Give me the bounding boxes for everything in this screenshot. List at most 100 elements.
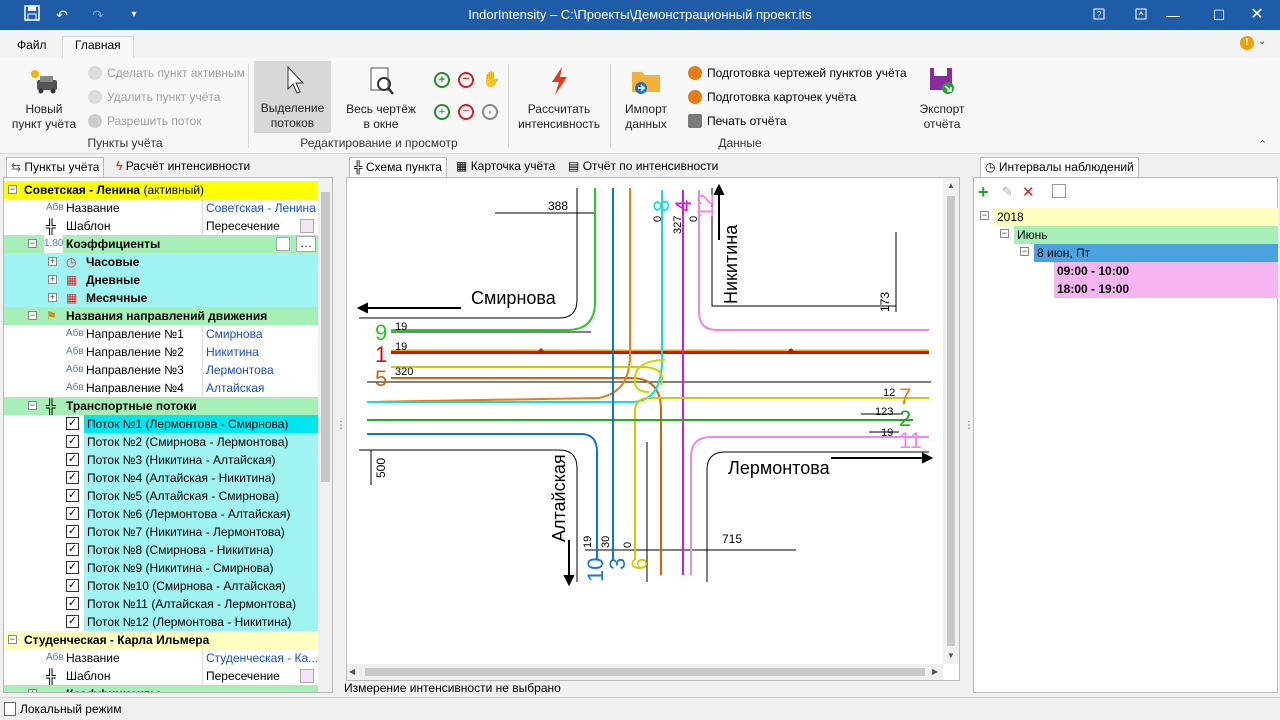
tab-file[interactable]: Файл — [17, 38, 47, 52]
flow-checkbox[interactable]: ✓ — [66, 507, 79, 520]
save-template-icon[interactable] — [300, 669, 314, 683]
coef-monthly-node[interactable]: + ▦ Месячные — [4, 289, 318, 307]
scheme-scroll-thumb-v[interactable] — [947, 196, 955, 646]
day-expander[interactable]: − — [1020, 247, 1029, 256]
tree-scrollbar[interactable] — [318, 178, 332, 692]
name-value[interactable]: Студенческая - Ка... — [202, 649, 318, 667]
tree-expander[interactable]: − — [28, 239, 37, 248]
direction-value[interactable]: Алтайская — [202, 379, 318, 397]
year-expander[interactable]: − — [980, 211, 989, 220]
flow-5[interactable] — [391, 377, 662, 575]
flow-7[interactable] — [634, 397, 929, 560]
zoom-in-icon[interactable]: + — [434, 72, 450, 88]
tree-expander[interactable]: − — [8, 635, 17, 644]
prep-cards-button[interactable]: Подготовка карточек учёта — [688, 88, 856, 106]
flow-row[interactable]: ✓ Поток №3 (Никитина - Алтайская) — [4, 451, 318, 469]
month-expander[interactable]: − — [1000, 229, 1009, 238]
collapse-ribbon-icon[interactable]: ⌃ — [1258, 138, 1267, 151]
tree-expander[interactable]: − — [28, 311, 37, 320]
tree-expander[interactable]: − — [28, 401, 37, 410]
new-point-button[interactable]: Новый пункт учёта — [8, 62, 80, 132]
direction-row[interactable]: Абв Направление №3 Лермонтова — [4, 361, 318, 379]
direction-value[interactable]: Лермонтова — [202, 361, 318, 379]
pan-hand-icon[interactable]: ✋ — [482, 70, 501, 88]
name-row[interactable]: Абв Название Советская - Ленина — [4, 199, 318, 217]
tab-card[interactable]: ▦ Карточка учёта — [452, 157, 559, 177]
coef-hourly-node[interactable]: + ◷ Часовые — [4, 253, 318, 271]
flow-checkbox[interactable]: ✓ — [66, 615, 79, 628]
flow-checkbox[interactable]: ✓ — [66, 561, 79, 574]
add-interval-icon[interactable]: + — [978, 183, 989, 201]
minimize-button[interactable]: — — [1150, 0, 1196, 30]
flow-row[interactable]: ✓ Поток №12 (Лермонтова - Никитина) — [4, 613, 318, 631]
import-data-button[interactable]: Импорт данных — [614, 62, 678, 132]
save-template-icon[interactable] — [300, 219, 314, 233]
coef-node-2[interactable]: + Коэффициенты — [4, 685, 318, 692]
flow-checkbox[interactable]: ✓ — [66, 597, 79, 610]
flow-row[interactable]: ✓ Поток №9 (Никитина - Смирнова) — [4, 559, 318, 577]
scheme-scroll-thumb-h[interactable] — [365, 668, 925, 676]
tree-expander[interactable]: + — [28, 689, 37, 692]
tree-scroll-thumb[interactable] — [321, 192, 330, 482]
zoom-fit-icon[interactable]: ◦ — [482, 104, 498, 120]
flow-row[interactable]: ✓ Поток №6 (Лермонтова - Алтайская) — [4, 505, 318, 523]
tab-intervals[interactable]: ◷ Интервалы наблюдений — [980, 157, 1139, 177]
prep-drawings-button[interactable]: Подготовка чертежей пунктов учёта — [688, 64, 907, 82]
flows-node[interactable]: − ╬ Транспортные потоки — [4, 397, 318, 415]
name-row-2[interactable]: Абв Название Студенческая - Ка... — [4, 649, 318, 667]
tab-points[interactable]: ⇆ Пункты учёта — [6, 157, 105, 177]
zoom-out-step-icon[interactable]: − — [458, 104, 474, 120]
coef-node[interactable]: −1,80 Коэффициенты… — [4, 235, 318, 253]
flow-row[interactable]: ✓ Поток №4 (Алтайская - Никитина) — [4, 469, 318, 487]
tree-expander[interactable]: + — [48, 293, 57, 302]
point-2-node[interactable]: − Студенческая - Карла Ильмера — [4, 631, 318, 649]
more-coef-button[interactable]: … — [296, 236, 316, 252]
scheme-scroll-v[interactable]: ▲ ▼ — [943, 178, 959, 664]
flow-row[interactable]: ✓ Поток №8 (Смирнова - Никитина) — [4, 541, 318, 559]
warning-icon[interactable]: ! — [1240, 36, 1254, 50]
flow-row[interactable]: ✓ Поток №10 (Смирнова - Алтайская) — [4, 577, 318, 595]
flow-checkbox[interactable]: ✓ — [66, 525, 79, 538]
scheme-scroll-h[interactable]: ◀ ▶ — [347, 664, 943, 680]
tree-expander[interactable]: + — [48, 275, 57, 284]
direction-row[interactable]: Абв Направление №2 Никитина — [4, 343, 318, 361]
zoom-out-icon[interactable]: − — [458, 72, 474, 88]
tab-scheme[interactable]: ╬ Схема пункта — [349, 157, 447, 177]
day-node[interactable]: 8 июн, Пт — [1034, 244, 1278, 262]
tab-report[interactable]: ▤ Отчёт по интенсивности — [564, 157, 722, 177]
flow-checkbox[interactable]: ✓ — [66, 579, 79, 592]
template-row-2[interactable]: ╬ Шаблон Пересечение — [4, 667, 318, 685]
point-1-node[interactable]: − Советская - Ленина (активный) — [4, 181, 318, 199]
interval-1[interactable]: 09:00 - 10:00 — [1054, 262, 1278, 280]
select-flows-button[interactable]: Выделение потоков — [254, 61, 331, 133]
flow-checkbox[interactable]: ✓ — [66, 489, 79, 502]
tree-expander[interactable]: + — [48, 257, 57, 266]
flow-row[interactable]: ✓ Поток №5 (Алтайская - Смирнова) — [4, 487, 318, 505]
export-report-button[interactable]: Экспорт отчёта — [910, 62, 974, 132]
help-icon[interactable]: ? — [1076, 0, 1122, 30]
template-row[interactable]: ╬ Шаблон Пересечение — [4, 217, 318, 235]
tab-main[interactable]: Главная — [62, 36, 134, 58]
direction-row[interactable]: Абв Направление №1 Смирнова — [4, 325, 318, 343]
flow-row[interactable]: ✓ Поток №1 (Лермонтова - Смирнова) — [4, 415, 318, 433]
flow-row[interactable]: ✓ Поток №7 (Никитина - Лермонтова) — [4, 523, 318, 541]
splitter-left[interactable]: ⋮ — [336, 420, 346, 431]
month-node[interactable]: Июнь — [1014, 226, 1278, 244]
flow-checkbox[interactable]: ✓ — [66, 471, 79, 484]
direction-value[interactable]: Никитина — [202, 343, 318, 361]
direction-row[interactable]: Абв Направление №4 Алтайская — [4, 379, 318, 397]
calc-intensity-button[interactable]: Рассчитать интенсивность — [514, 62, 604, 132]
flow-checkbox[interactable]: ✓ — [66, 543, 79, 556]
direction-value[interactable]: Смирнова — [202, 325, 318, 343]
close-button[interactable]: ✕ — [1234, 0, 1280, 30]
name-value[interactable]: Советская - Ленина — [202, 199, 318, 217]
save-coef-icon[interactable] — [276, 237, 290, 251]
flow-row[interactable]: ✓ Поток №2 (Смирнова - Лермонтова) — [4, 433, 318, 451]
flow-row[interactable]: ✓ Поток №11 (Алтайская - Лермонтова) — [4, 595, 318, 613]
flow-checkbox[interactable]: ✓ — [66, 453, 79, 466]
coef-daily-node[interactable]: + ▦ Дневные — [4, 271, 318, 289]
intersection-diagram[interactable]: Смирнова Никитина Лермонтова Алтайская 3… — [347, 178, 959, 680]
tab-calc[interactable]: ϟ Расчёт интенсивности — [112, 157, 254, 177]
tree-expander[interactable]: − — [8, 185, 17, 194]
more-icon[interactable]: ⌄ — [1258, 36, 1266, 47]
